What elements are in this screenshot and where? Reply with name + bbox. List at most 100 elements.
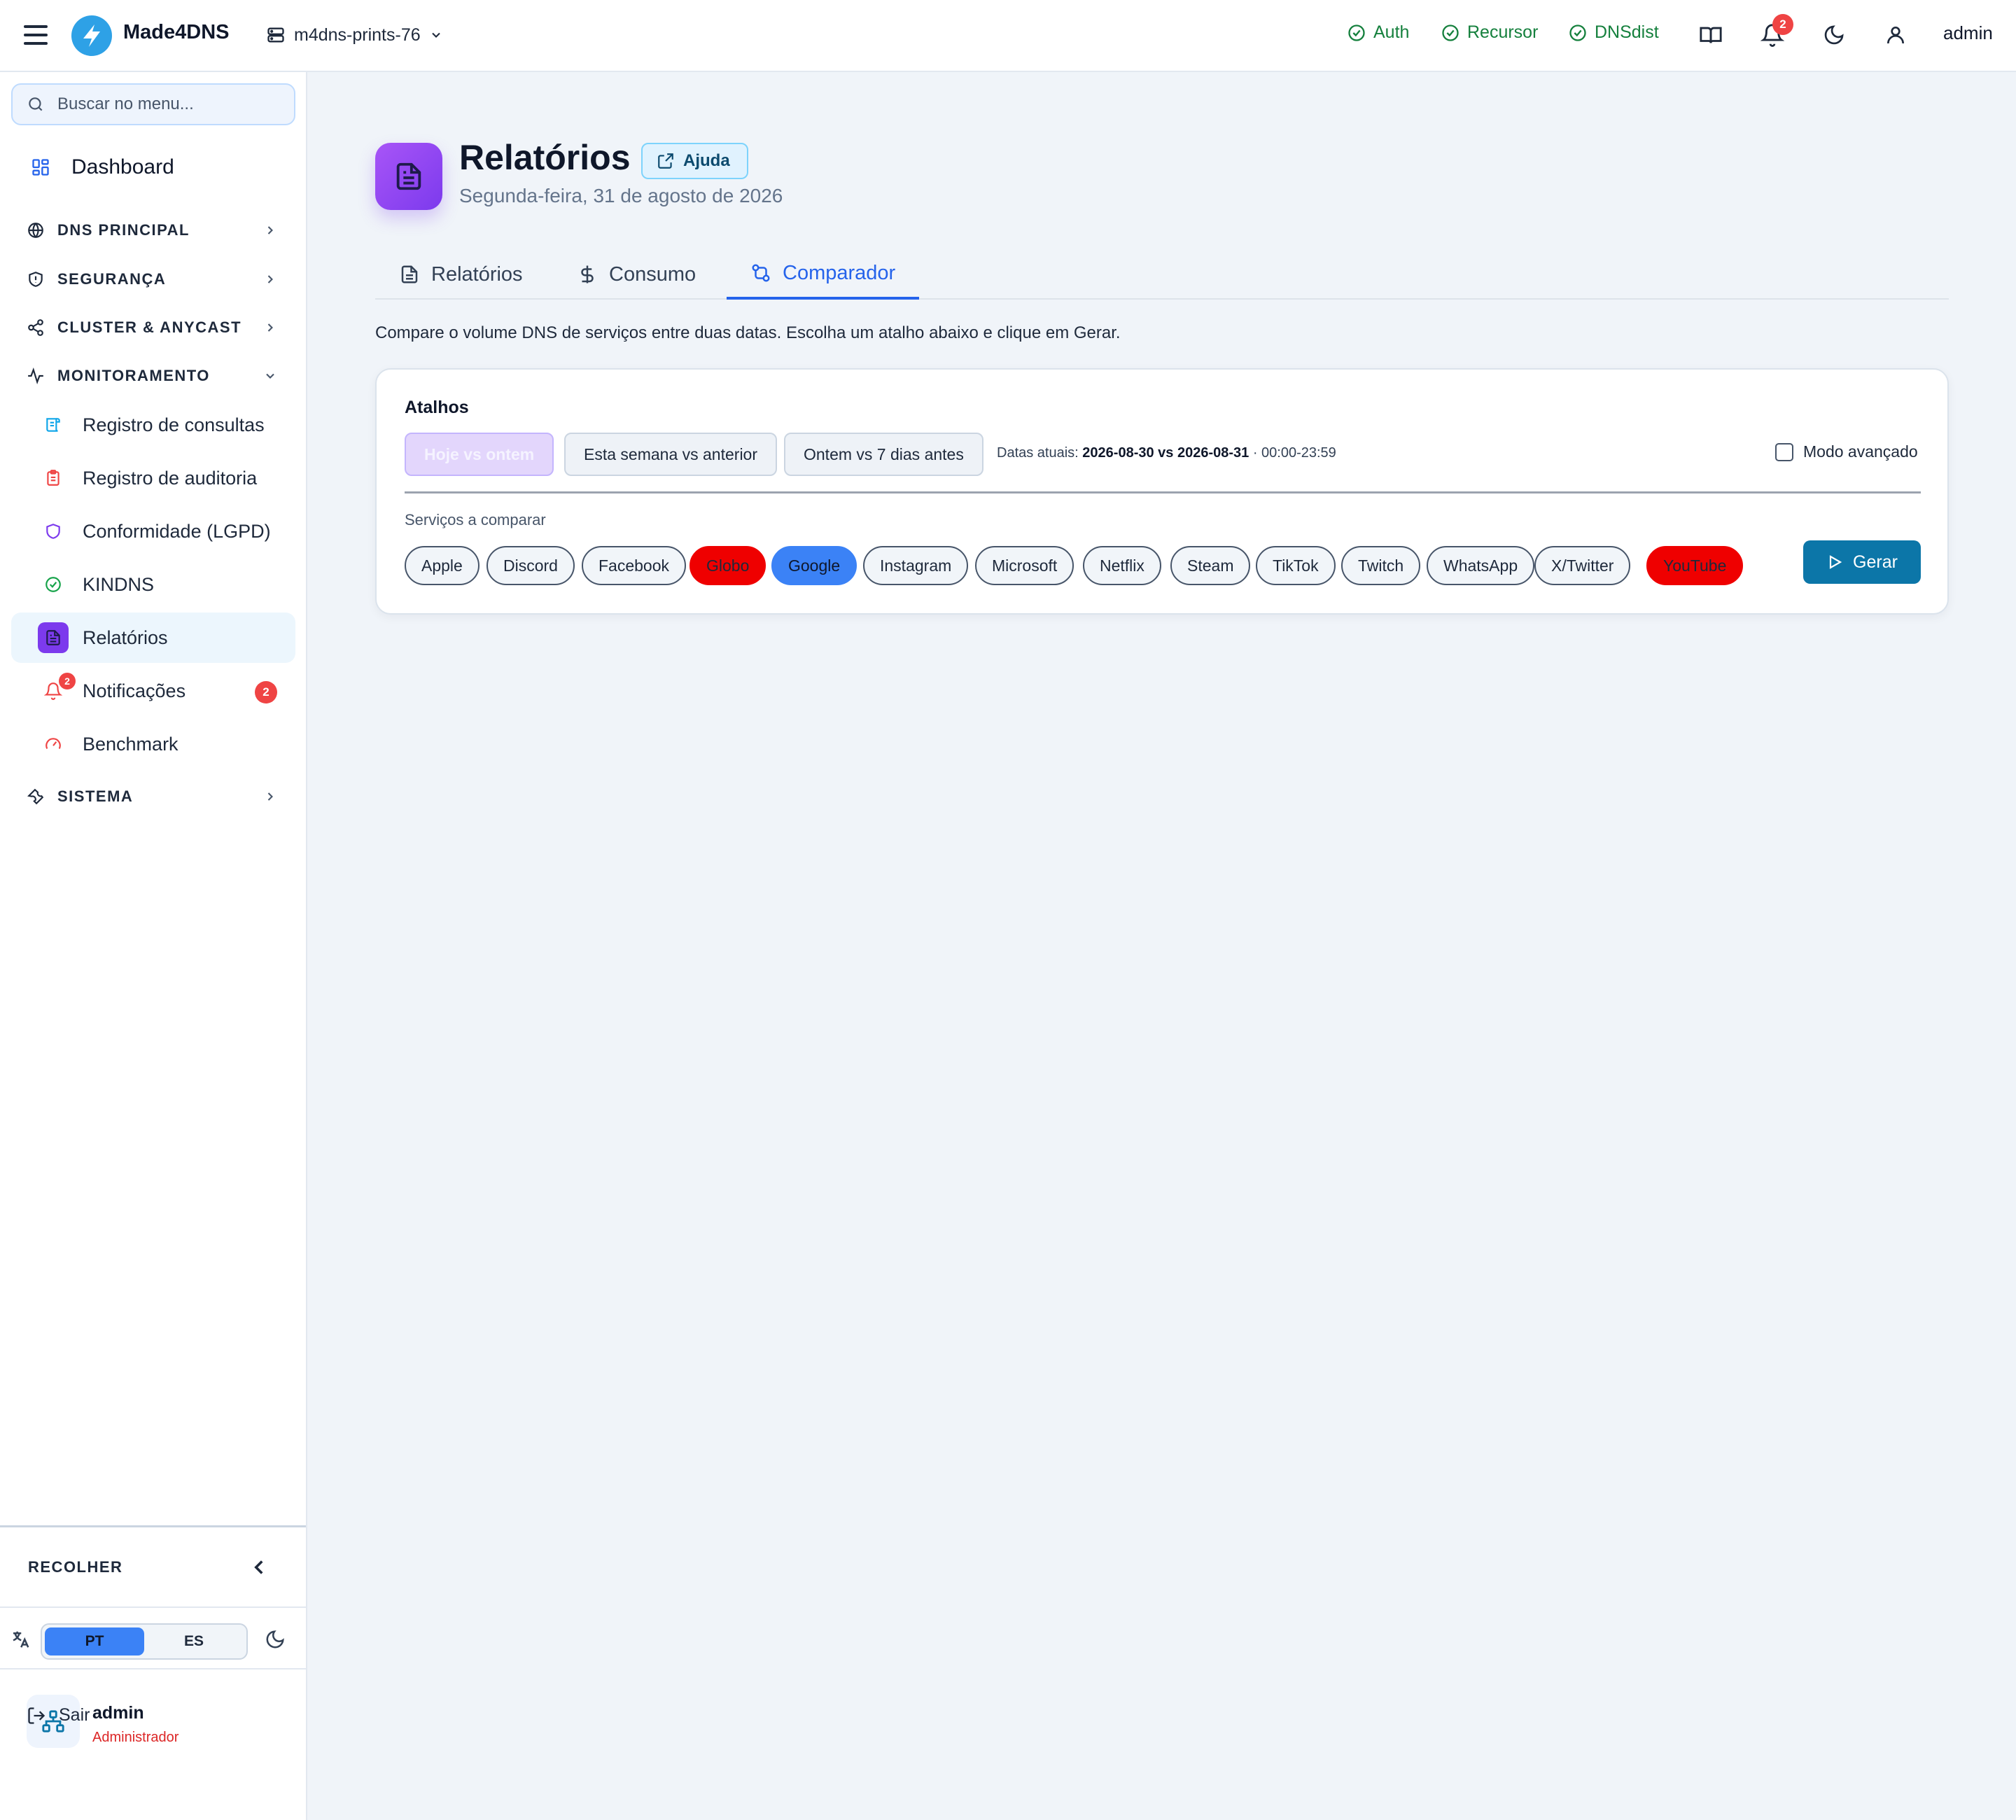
current-dates: Datas atuais: 2026-08-30 vs 2026-08-31 ·… xyxy=(997,445,1336,461)
sidebar-item-notificacoes[interactable]: 2 Notificações 2 xyxy=(11,666,295,716)
comparator-description: Compare o volume DNS de serviços entre d… xyxy=(375,323,1121,342)
service-chip-youtube[interactable]: YouTube xyxy=(1646,546,1744,585)
chevron-right-icon xyxy=(267,226,273,234)
docs-book-icon[interactable] xyxy=(1697,21,1725,49)
service-chip-x-twitter[interactable]: X/Twitter xyxy=(1534,546,1631,585)
service-chip-globo[interactable]: Globo xyxy=(690,546,766,585)
sidebar-section-monitoramento[interactable]: MONITORAMENTO xyxy=(11,355,295,397)
checkbox-box[interactable] xyxy=(1775,442,1793,461)
chevron-down-icon xyxy=(266,373,274,379)
chevron-right-icon xyxy=(267,275,273,284)
service-chip-instagram[interactable]: Instagram xyxy=(863,546,969,585)
shortcut-today-vs-yesterday[interactable]: Hoje vs ontem xyxy=(405,433,554,476)
tab-relatorios[interactable]: Relatórios xyxy=(375,249,547,300)
service-chip-steam[interactable]: Steam xyxy=(1170,546,1251,585)
service-chip-tiktok[interactable]: TikTok xyxy=(1256,546,1336,585)
service-chip-apple[interactable]: Apple xyxy=(405,546,479,585)
chevron-right-icon xyxy=(267,323,273,332)
notifications-badge: 2 xyxy=(1772,14,1793,35)
status-label: Auth xyxy=(1373,22,1410,42)
topbar-username[interactable]: admin xyxy=(1943,22,1993,44)
page-title: Relatórios xyxy=(459,138,631,177)
server-name: m4dns-prints-76 xyxy=(294,24,421,45)
service-chip-google[interactable]: Google xyxy=(771,546,858,585)
service-chip-discord[interactable]: Discord xyxy=(486,546,575,585)
scroll-icon xyxy=(38,410,69,440)
moon-icon[interactable] xyxy=(265,1629,286,1650)
section-label: MONITORAMENTO xyxy=(57,367,210,384)
server-selector[interactable]: m4dns-prints-76 xyxy=(266,21,443,49)
sidebar-item-label: KINDNS xyxy=(83,573,155,595)
sidebar-item-relatorios[interactable]: Relatórios xyxy=(11,612,295,663)
advanced-mode-label: Modo avançado xyxy=(1803,442,1918,461)
generate-label: Gerar xyxy=(1853,552,1898,572)
notifications-count-badge: 2 xyxy=(255,681,277,704)
service-chip-twitch[interactable]: Twitch xyxy=(1341,546,1421,585)
divider xyxy=(405,491,1921,493)
server-icon xyxy=(267,27,284,43)
user-name: admin xyxy=(92,1703,144,1723)
logout-button[interactable]: Sair xyxy=(27,1705,90,1726)
sidebar-item-dashboard[interactable]: Dashboard xyxy=(11,142,295,192)
menu-search-input[interactable] xyxy=(57,94,281,114)
advanced-mode-checkbox[interactable]: Modo avançado xyxy=(1775,442,1918,461)
generate-button[interactable]: Gerar xyxy=(1803,540,1921,584)
tab-label: Consumo xyxy=(609,262,696,286)
service-chip-whatsapp[interactable]: WhatsApp xyxy=(1427,546,1535,585)
language-es[interactable]: ES xyxy=(144,1628,244,1656)
git-compare-icon xyxy=(752,264,770,282)
language-toggle: PT ES xyxy=(41,1623,248,1660)
gauge-icon xyxy=(38,729,69,760)
check-circle-icon xyxy=(1442,24,1459,41)
wrench-icon xyxy=(27,788,44,805)
menu-icon[interactable] xyxy=(24,25,48,45)
notifications-mini-badge: 2 xyxy=(59,673,76,690)
sidebar-item-registro-auditoria[interactable]: Registro de auditoria xyxy=(11,453,295,503)
sidebar-section-seguranca[interactable]: SEGURANÇA xyxy=(11,258,295,300)
sidebar-section-dns-principal[interactable]: DNS PRINCIPAL xyxy=(11,209,295,251)
sidebar-item-registro-consultas[interactable]: Registro de consultas xyxy=(11,400,295,450)
shield-icon xyxy=(38,516,69,547)
sidebar-item-label: Dashboard xyxy=(71,155,174,178)
sidebar: Dashboard DNS PRINCIPAL SEGURANÇA CLUSTE… xyxy=(0,72,307,1820)
user-role: Administrador xyxy=(92,1730,179,1745)
status-auth[interactable]: Auth xyxy=(1347,22,1409,43)
sidebar-item-kindns[interactable]: KINDNS xyxy=(11,559,295,610)
external-link-icon xyxy=(658,153,673,169)
status-dnsdist[interactable]: DNSdist xyxy=(1568,22,1659,43)
tab-consumo[interactable]: Consumo xyxy=(553,249,720,300)
dollar-icon xyxy=(581,265,594,284)
tab-comparador[interactable]: Comparador xyxy=(727,249,920,300)
sidebar-section-cluster-anycast[interactable]: CLUSTER & ANYCAST xyxy=(11,307,295,349)
sidebar-item-label: Registro de consultas xyxy=(83,414,265,435)
dates-value: 2026-08-30 vs 2026-08-31 xyxy=(1082,445,1250,461)
user-icon[interactable] xyxy=(1882,21,1910,49)
dates-time: · 00:00-23:59 xyxy=(1252,445,1336,461)
menu-search[interactable] xyxy=(11,83,295,125)
brand-name[interactable]: Made4DNS xyxy=(123,21,230,44)
sidebar-item-conformidade-lgpd[interactable]: Conformidade (LGPD) xyxy=(11,506,295,556)
collapse-sidebar-button[interactable]: RECOLHER xyxy=(0,1525,306,1606)
shortcut-week-vs-previous[interactable]: Esta semana vs anterior xyxy=(564,433,778,476)
play-icon xyxy=(1829,555,1842,569)
language-pt[interactable]: PT xyxy=(45,1628,144,1656)
translate-icon xyxy=(13,1631,29,1648)
sidebar-item-benchmark[interactable]: Benchmark xyxy=(11,719,295,769)
help-label: Ajuda xyxy=(683,151,730,170)
service-chip-netflix[interactable]: Netflix xyxy=(1083,546,1161,585)
service-chip-facebook[interactable]: Facebook xyxy=(582,546,687,585)
section-label: DNS PRINCIPAL xyxy=(57,221,190,239)
reports-file-icon xyxy=(375,143,442,210)
status-label: DNSdist xyxy=(1595,22,1659,42)
dark-mode-moon-icon[interactable] xyxy=(1820,21,1848,49)
status-recursor[interactable]: Recursor xyxy=(1441,22,1538,43)
brand-logo-icon[interactable] xyxy=(71,15,112,56)
service-chip-microsoft[interactable]: Microsoft xyxy=(975,546,1074,585)
shield-alert-icon xyxy=(29,272,43,287)
comparator-card: Atalhos Hoje vs ontem Esta semana vs ant… xyxy=(375,368,1949,615)
shortcut-yesterday-vs-7-days[interactable]: Ontem vs 7 dias antes xyxy=(784,433,983,476)
check-circle-icon xyxy=(1348,24,1365,41)
sidebar-item-label: Notificações xyxy=(83,680,186,701)
help-button[interactable]: Ajuda xyxy=(641,143,748,179)
sidebar-section-sistema[interactable]: SISTEMA xyxy=(11,776,295,818)
